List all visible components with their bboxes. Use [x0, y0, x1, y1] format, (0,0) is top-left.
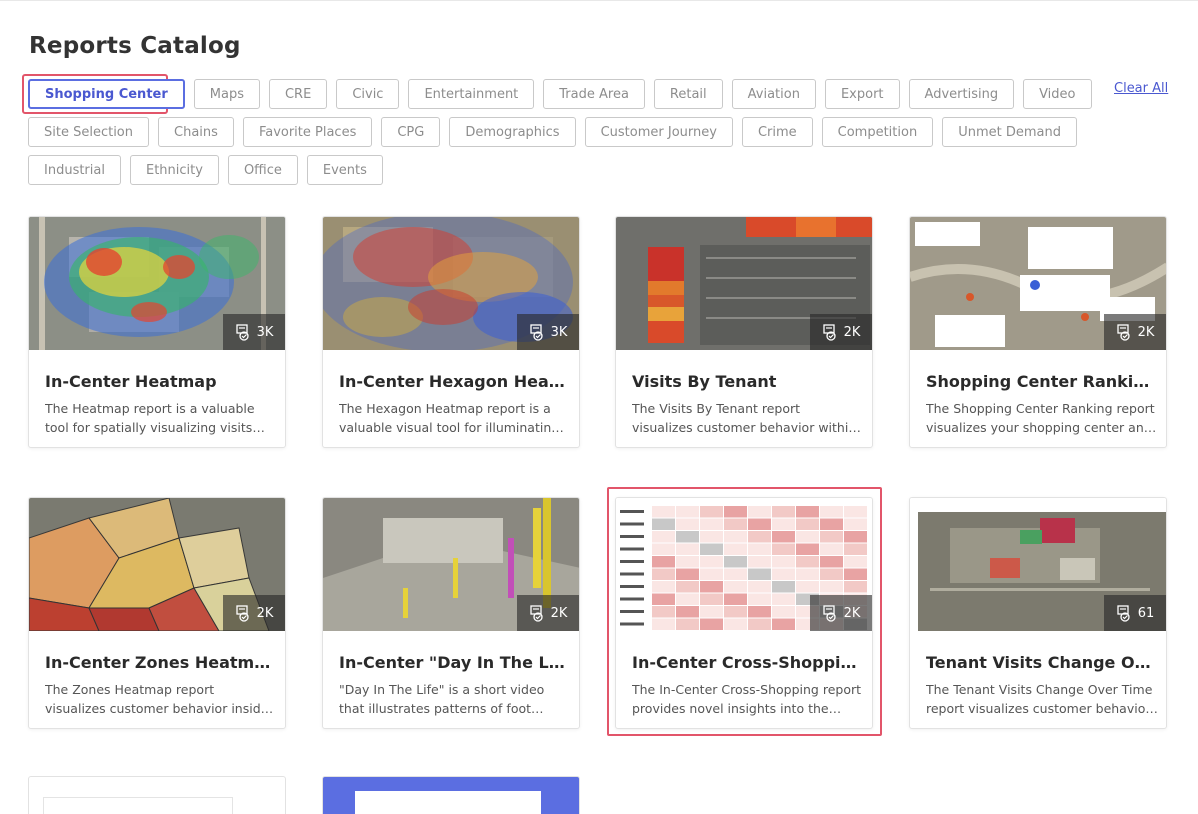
filter-chip-customer-journey[interactable]: Customer Journey [584, 117, 733, 147]
card-title: In-Center "Day In The Life" Video [339, 653, 569, 672]
filter-chip-aviation[interactable]: Aviation [731, 79, 816, 109]
card-description: The Tenant Visits Change Over Time repor… [926, 682, 1153, 716]
filter-chip-favorite-places[interactable]: Favorite Places [242, 117, 373, 147]
card-description: The Heatmap report is a valuable tool fo… [45, 401, 255, 435]
card-title: Visits By Tenant [632, 372, 777, 391]
card-description: "Day In The Life" is a short video that … [339, 682, 545, 716]
report-card-partial[interactable] [28, 776, 286, 814]
filter-chip-cre[interactable]: CRE [268, 79, 328, 109]
report-thumbnail: 2K [323, 498, 579, 631]
filter-chip-office[interactable]: Office [227, 155, 298, 185]
usage-count-badge: 3K [223, 314, 285, 350]
report-card-visits-by-tenant[interactable]: 2K Visits By Tenant The Visits By Tenant… [615, 216, 873, 448]
filter-chip-ethnicity[interactable]: Ethnicity [129, 155, 219, 185]
card-description: The Zones Heatmap report visualizes cust… [45, 682, 269, 716]
usage-count: 2K [256, 605, 274, 621]
usage-count: 3K [256, 324, 274, 340]
report-thumbnail [43, 797, 233, 814]
card-description: The Hexagon Heatmap report is a valuable… [339, 401, 560, 435]
report-thumbnail: 61 [910, 498, 1166, 631]
usage-count: 2K [843, 324, 861, 340]
report-stack-icon [235, 604, 249, 622]
top-divider [0, 0, 1198, 1]
report-thumbnail: 3K [29, 217, 285, 350]
usage-count-badge: 2K [517, 595, 579, 631]
card-title: In-Center Cross-Shopping [632, 653, 862, 672]
usage-count-badge: 2K [810, 314, 872, 350]
report-stack-icon [529, 604, 543, 622]
filter-chip-site-selection[interactable]: Site Selection [28, 117, 150, 147]
usage-count-badge: 61 [1104, 595, 1166, 631]
report-thumbnail [355, 791, 541, 814]
filter-chips: Shopping Center Maps CRE Civic Entertainment… [28, 79, 1092, 193]
usage-count: 2K [550, 605, 568, 621]
report-thumbnail: 2K [910, 217, 1166, 350]
card-title: In-Center Heatmap [45, 372, 217, 391]
report-card-tenant-visits-change[interactable]: 61 Tenant Visits Change Over Time The Te… [909, 497, 1167, 729]
report-card-in-center-hexagon-heatmap[interactable]: 3K In-Center Hexagon Heatmap The Hexagon… [322, 216, 580, 448]
usage-count: 61 [1137, 605, 1155, 621]
filter-chip-maps[interactable]: Maps [193, 79, 260, 109]
usage-count-badge: 3K [517, 314, 579, 350]
filter-chip-chains[interactable]: Chains [158, 117, 234, 147]
filter-chip-trade-area[interactable]: Trade Area [543, 79, 645, 109]
report-thumbnail: 2K [616, 217, 872, 350]
usage-count-badge: 2K [223, 595, 285, 631]
report-stack-icon [235, 323, 249, 341]
clear-all-link[interactable]: Clear All [1114, 81, 1168, 96]
filter-chip-retail[interactable]: Retail [653, 79, 723, 109]
report-card-in-center-heatmap[interactable]: 3K In-Center Heatmap The Heatmap report … [28, 216, 286, 448]
filter-chip-civic[interactable]: Civic [336, 79, 400, 109]
usage-count-badge: 2K [1104, 314, 1166, 350]
report-thumbnail: 2K [616, 498, 872, 631]
usage-count-badge: 2K [810, 595, 872, 631]
card-title: In-Center Zones Heatmap [45, 653, 275, 672]
card-title: Tenant Visits Change Over Time [926, 653, 1156, 672]
report-card-day-in-the-life[interactable]: 2K In-Center "Day In The Life" Video "Da… [322, 497, 580, 729]
card-description: The Visits By Tenant report visualizes c… [632, 401, 857, 435]
filter-chip-entertainment[interactable]: Entertainment [408, 79, 535, 109]
filter-chip-crime[interactable]: Crime [741, 117, 813, 147]
report-thumbnail: 3K [323, 217, 579, 350]
report-card-shopping-center-ranking[interactable]: 2K Shopping Center Ranking Report The Sh… [909, 216, 1167, 448]
filter-chip-advertising[interactable]: Advertising [908, 79, 1015, 109]
report-stack-icon [1117, 604, 1130, 622]
card-description: The In-Center Cross-Shopping report prov… [632, 682, 862, 716]
card-description: The Shopping Center Ranking report visua… [926, 401, 1155, 435]
report-card-partial[interactable] [322, 776, 580, 814]
filter-chip-shopping-center[interactable]: Shopping Center [28, 79, 185, 109]
report-stack-icon [822, 604, 836, 622]
report-stack-icon [1116, 323, 1130, 341]
report-card-in-center-zones-heatmap[interactable]: 2K In-Center Zones Heatmap The Zones Hea… [28, 497, 286, 729]
report-card-in-center-cross-shopping[interactable]: 2K In-Center Cross-Shopping The In-Cente… [615, 497, 873, 729]
filter-chip-industrial[interactable]: Industrial [28, 155, 121, 185]
filter-chip-competition[interactable]: Competition [821, 117, 934, 147]
page-title: Reports Catalog [29, 33, 241, 59]
report-stack-icon [529, 323, 543, 341]
report-stack-icon [822, 323, 836, 341]
filter-row-2: Site Selection Chains Favorite Places CPG De… [28, 117, 1077, 147]
filter-chip-video[interactable]: Video [1023, 79, 1092, 109]
usage-count: 2K [843, 605, 861, 621]
filter-chip-export[interactable]: Export [824, 79, 900, 109]
filter-chip-demographics[interactable]: Demographics [449, 117, 576, 147]
usage-count: 3K [550, 324, 568, 340]
filter-chip-events[interactable]: Events [306, 155, 383, 185]
filter-chip-unmet-demand[interactable]: Unmet Demand [942, 117, 1077, 147]
filter-row-3: Industrial Ethnicity Office Events [28, 155, 1058, 185]
report-thumbnail: 2K [29, 498, 285, 631]
card-title: In-Center Hexagon Heatmap [339, 372, 569, 391]
filter-row-1: Shopping Center Maps CRE Civic Entertainment… [28, 79, 1092, 109]
usage-count: 2K [1137, 324, 1155, 340]
card-title: Shopping Center Ranking Report [926, 372, 1156, 391]
filter-chip-cpg[interactable]: CPG [381, 117, 441, 147]
